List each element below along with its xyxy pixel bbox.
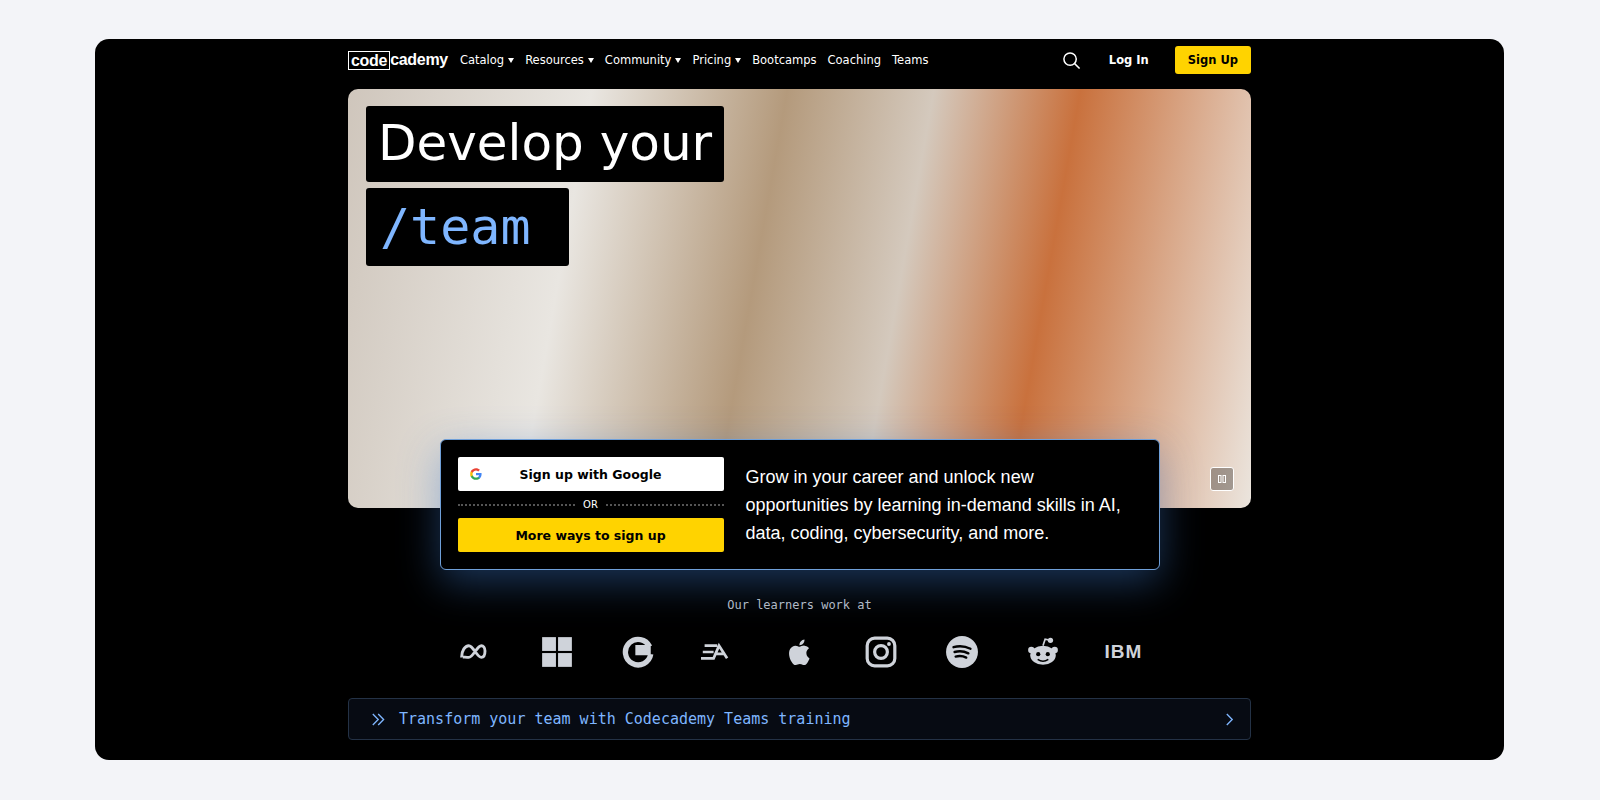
chevron-right-icon	[1225, 713, 1234, 726]
logo[interactable]: codecademy	[348, 51, 448, 70]
main-panel: codecademy Catalog Resources Community Pr…	[95, 39, 1504, 760]
nav-item[interactable]: Coaching	[828, 53, 882, 67]
spotify-icon	[944, 635, 980, 669]
caret-icon	[508, 58, 514, 63]
google-logo-icon	[620, 635, 656, 669]
double-chevron-icon	[371, 713, 389, 726]
meta-icon	[458, 635, 494, 669]
pause-icon	[1217, 474, 1227, 484]
pause-button[interactable]	[1210, 467, 1234, 491]
card-description: Grow in your career and unlock new oppor…	[746, 463, 1141, 547]
learners-label: Our learners work at	[348, 598, 1251, 612]
reddit-icon	[1025, 635, 1061, 669]
windows-icon	[539, 635, 575, 669]
google-icon	[469, 467, 483, 481]
hero-subtitle: /team	[366, 188, 569, 266]
page: codecademy Catalog Resources Community Pr…	[0, 0, 1600, 800]
ea-icon	[701, 635, 737, 669]
caret-icon	[588, 58, 594, 63]
google-signup-button[interactable]: Sign up with Google	[458, 457, 724, 491]
nav-item[interactable]: Community	[605, 53, 682, 67]
teams-banner[interactable]: Transform your team with Codecademy Team…	[348, 698, 1251, 740]
more-signup-button[interactable]: More ways to sign up	[458, 518, 724, 552]
instagram-icon	[863, 635, 899, 669]
apple-icon	[782, 635, 818, 669]
hero-title: Develop your	[366, 106, 724, 182]
login-button[interactable]: Log In	[1109, 53, 1149, 67]
nav-item[interactable]: Resources	[525, 53, 594, 67]
nav-item[interactable]: Bootcamps	[752, 53, 816, 67]
nav-item[interactable]: Pricing	[692, 53, 741, 67]
top-nav: codecademy Catalog Resources Community Pr…	[348, 43, 1251, 77]
nav-item[interactable]: Catalog	[460, 53, 514, 67]
company-logos: IBM	[348, 632, 1251, 672]
caret-icon	[735, 58, 741, 63]
ibm-logo: IBM	[1105, 641, 1143, 663]
search-icon[interactable]	[1062, 51, 1081, 70]
signup-button[interactable]: Sign Up	[1175, 46, 1251, 74]
caret-icon	[675, 58, 681, 63]
signup-card: Sign up with GoogleORMore ways to sign u…	[440, 439, 1160, 570]
nav-item[interactable]: Teams	[892, 53, 928, 67]
